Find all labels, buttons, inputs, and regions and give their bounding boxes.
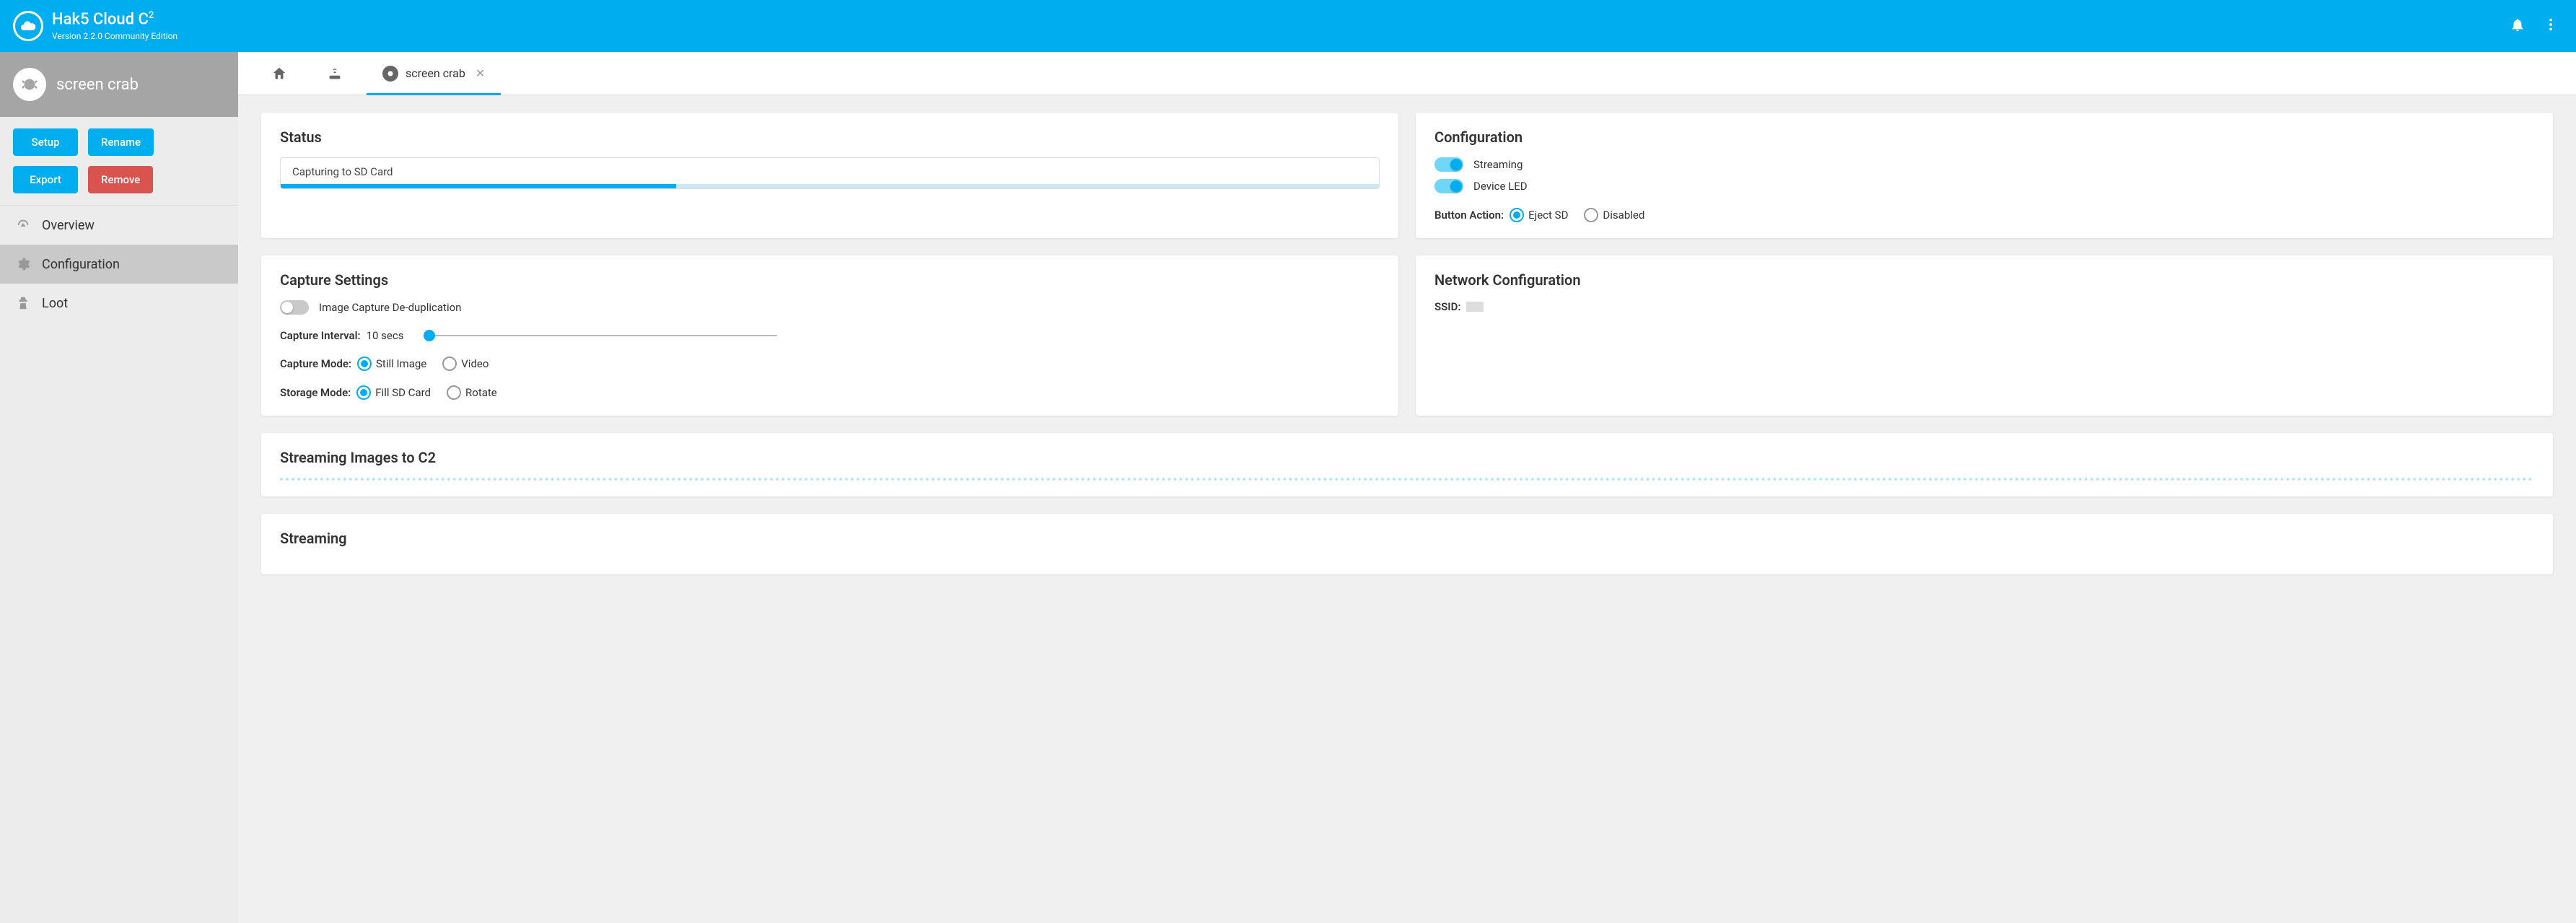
- more-icon[interactable]: [2543, 17, 2559, 35]
- configuration-card: Configuration Streaming Device LED Butto…: [1416, 113, 2553, 238]
- streaming-images-heading: Streaming Images to C2: [280, 449, 2534, 466]
- button-action-label: Button Action:: [1434, 209, 1504, 222]
- device-crab-icon: [382, 66, 398, 82]
- loot-icon: [14, 295, 32, 311]
- option-label: Rotate: [465, 386, 497, 399]
- sidebar-item-loot[interactable]: Loot: [0, 284, 238, 323]
- home-icon: [271, 66, 287, 82]
- ssid-value: [1466, 302, 1484, 312]
- status-progress: [281, 184, 1379, 188]
- capture-mode-label: Capture Mode:: [280, 357, 351, 370]
- sidebar-nav: Overview Configuration Loot: [0, 206, 238, 323]
- notifications-icon[interactable]: [2510, 17, 2525, 35]
- setup-button[interactable]: Setup: [13, 128, 78, 156]
- streaming-images-card: Streaming Images to C2: [261, 433, 2553, 497]
- network-config-card: Network Configuration SSID:: [1416, 255, 2553, 416]
- dedup-label: Image Capture De-duplication: [319, 301, 461, 314]
- storage-mode-fill[interactable]: Fill SD Card: [356, 385, 431, 400]
- rename-button[interactable]: Rename: [88, 128, 154, 156]
- remove-button[interactable]: Remove: [88, 166, 153, 193]
- main: screen crab ✕ Status Capturing to SD Car…: [238, 52, 2576, 923]
- sidebar-item-label: Loot: [42, 296, 68, 311]
- dedup-toggle[interactable]: [280, 300, 309, 315]
- gear-icon: [14, 256, 32, 272]
- radio-icon: [1510, 208, 1524, 222]
- status-text: Capturing to SD Card: [292, 165, 1367, 178]
- tab-devices[interactable]: [310, 52, 367, 95]
- storage-mode-label: Storage Mode:: [280, 386, 351, 399]
- tab-device-screen-crab[interactable]: screen crab ✕: [367, 52, 501, 95]
- streaming-card: Streaming: [261, 514, 2553, 574]
- sidebar-actions: Setup Rename Export Remove: [0, 117, 238, 206]
- sidebar-device-name: screen crab: [56, 76, 139, 94]
- sidebar-item-configuration[interactable]: Configuration: [0, 245, 238, 284]
- configuration-heading: Configuration: [1434, 128, 2534, 146]
- option-label: Eject SD: [1528, 209, 1568, 222]
- capture-mode-still[interactable]: Still Image: [357, 356, 426, 371]
- radio-icon: [1584, 208, 1598, 222]
- option-label: Disabled: [1603, 209, 1644, 222]
- streaming-heading: Streaming: [280, 530, 2534, 547]
- router-icon: [326, 66, 343, 82]
- device-led-label: Device LED: [1473, 180, 1528, 193]
- sidebar: screen crab Setup Rename Export Remove O…: [0, 52, 238, 923]
- capture-settings-card: Capture Settings Image Capture De-duplic…: [261, 255, 1398, 416]
- option-label: Video: [461, 357, 489, 370]
- button-action-disabled[interactable]: Disabled: [1584, 208, 1644, 222]
- status-card: Status Capturing to SD Card: [261, 113, 1398, 238]
- option-label: Fill SD Card: [375, 386, 431, 399]
- app-brand: Hak5 Cloud C2 Version 2.2.0 Community Ed…: [52, 11, 178, 40]
- streaming-toggle[interactable]: [1434, 157, 1463, 172]
- app-logo: [13, 11, 43, 41]
- streaming-label: Streaming: [1473, 158, 1523, 171]
- device-led-toggle[interactable]: [1434, 179, 1463, 193]
- capture-interval-value: 10 secs: [367, 329, 404, 342]
- storage-mode-rotate[interactable]: Rotate: [447, 385, 497, 400]
- radio-icon: [357, 356, 372, 371]
- capture-settings-heading: Capture Settings: [280, 271, 1380, 289]
- radio-icon: [356, 385, 371, 400]
- sidebar-item-label: Configuration: [42, 257, 120, 272]
- ssid-label: SSID:: [1434, 300, 1460, 313]
- sidebar-item-overview[interactable]: Overview: [0, 206, 238, 245]
- tab-close-icon[interactable]: ✕: [476, 66, 485, 80]
- radio-icon: [447, 385, 461, 400]
- capture-mode-video[interactable]: Video: [442, 356, 489, 371]
- option-label: Still Image: [376, 357, 426, 370]
- status-box: Capturing to SD Card: [280, 157, 1380, 189]
- device-crab-icon: [13, 68, 46, 101]
- tab-bar: screen crab ✕: [238, 52, 2576, 95]
- export-button[interactable]: Export: [13, 166, 78, 193]
- app-title: Hak5 Cloud C2: [52, 11, 178, 27]
- capture-interval-label: Capture Interval:: [280, 329, 361, 342]
- button-action-eject[interactable]: Eject SD: [1510, 208, 1568, 222]
- tab-home[interactable]: [255, 52, 310, 95]
- network-config-heading: Network Configuration: [1434, 271, 2534, 289]
- sidebar-device-header: screen crab: [0, 52, 238, 117]
- radio-icon: [442, 356, 457, 371]
- streaming-divider: [280, 478, 2534, 481]
- capture-interval-slider[interactable]: [424, 335, 777, 336]
- top-bar: Hak5 Cloud C2 Version 2.2.0 Community Ed…: [0, 0, 2576, 52]
- sidebar-item-label: Overview: [42, 218, 95, 233]
- status-heading: Status: [280, 128, 1380, 146]
- app-version: Version 2.2.0 Community Edition: [52, 31, 178, 41]
- tab-label: screen crab: [406, 66, 465, 80]
- gauge-icon: [14, 217, 32, 233]
- cloud-icon: [19, 17, 37, 35]
